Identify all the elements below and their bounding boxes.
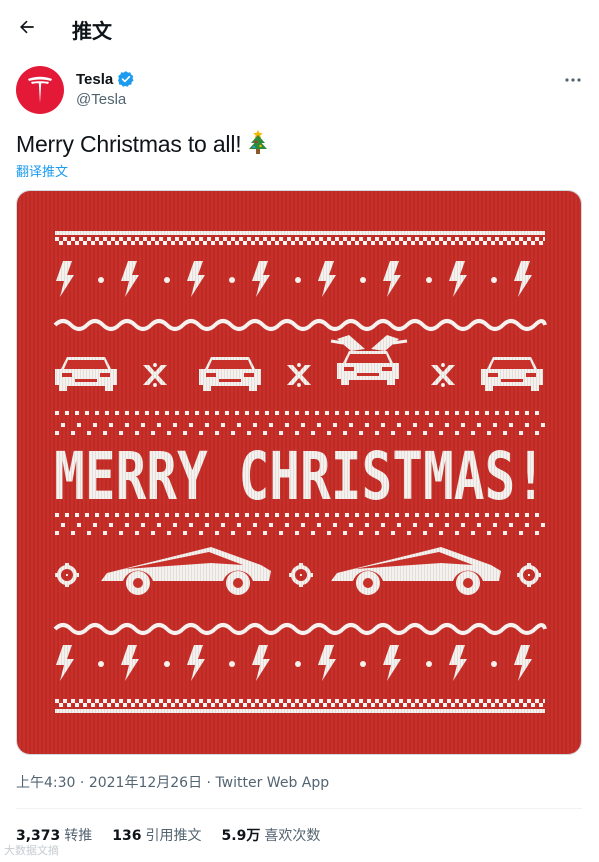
- tweet-time[interactable]: 上午4:30: [16, 775, 75, 791]
- arrow-left-icon: [20, 20, 34, 34]
- more-options-button[interactable]: [560, 68, 586, 92]
- stat-label: 喜欢次数: [264, 828, 321, 844]
- watermark: 大数据文摘: [4, 842, 59, 858]
- tweet-author: Tesla @Tesla: [16, 66, 586, 118]
- quote-tweet-count[interactable]: 136 引用推文: [112, 825, 201, 845]
- stat-value: 136: [112, 828, 142, 844]
- stat-label: 引用推文: [145, 828, 202, 844]
- sweater-headline: MERRY CHRISTMAS!: [54, 438, 546, 515]
- tweet-date[interactable]: 2021年12月26日: [89, 775, 202, 791]
- page-header: 推文: [0, 0, 599, 56]
- meta-separator: ·: [206, 775, 211, 791]
- more-dots-icon: [565, 78, 581, 82]
- divider: [16, 808, 582, 809]
- display-name[interactable]: Tesla: [76, 71, 113, 88]
- avatar[interactable]: [16, 66, 64, 114]
- tweet-body: Merry Christmas to all!: [16, 131, 242, 157]
- name-row: Tesla: [76, 70, 135, 88]
- page-title: 推文: [72, 19, 112, 43]
- stat-label: 转推: [64, 828, 93, 844]
- author-handle[interactable]: @Tesla: [76, 91, 126, 108]
- meta-separator: ·: [79, 775, 85, 791]
- tesla-logo-icon: [28, 76, 52, 103]
- knit-sweater-image: MERRY CHRISTMAS!: [17, 191, 581, 754]
- translate-tweet-link[interactable]: 翻译推文: [16, 161, 68, 180]
- tweet-source-app[interactable]: Twitter Web App: [215, 775, 329, 791]
- back-button[interactable]: [10, 10, 44, 44]
- tweet-stats: 3,373 转推 136 引用推文 5.9万 喜欢次数: [16, 825, 320, 845]
- watermark-text: 大数据文摘: [4, 844, 59, 857]
- verified-badge-icon: [118, 71, 134, 87]
- tweet-text: Merry Christmas to all!: [16, 128, 269, 160]
- like-count[interactable]: 5.9万 喜欢次数: [222, 825, 321, 845]
- tweet-meta: 上午4:30 · 2021年12月26日 · Twitter Web App: [16, 772, 329, 792]
- christmas-tree-icon: [249, 130, 268, 154]
- tweet-media[interactable]: MERRY CHRISTMAS!: [16, 190, 582, 755]
- stat-value: 5.9万: [221, 828, 261, 844]
